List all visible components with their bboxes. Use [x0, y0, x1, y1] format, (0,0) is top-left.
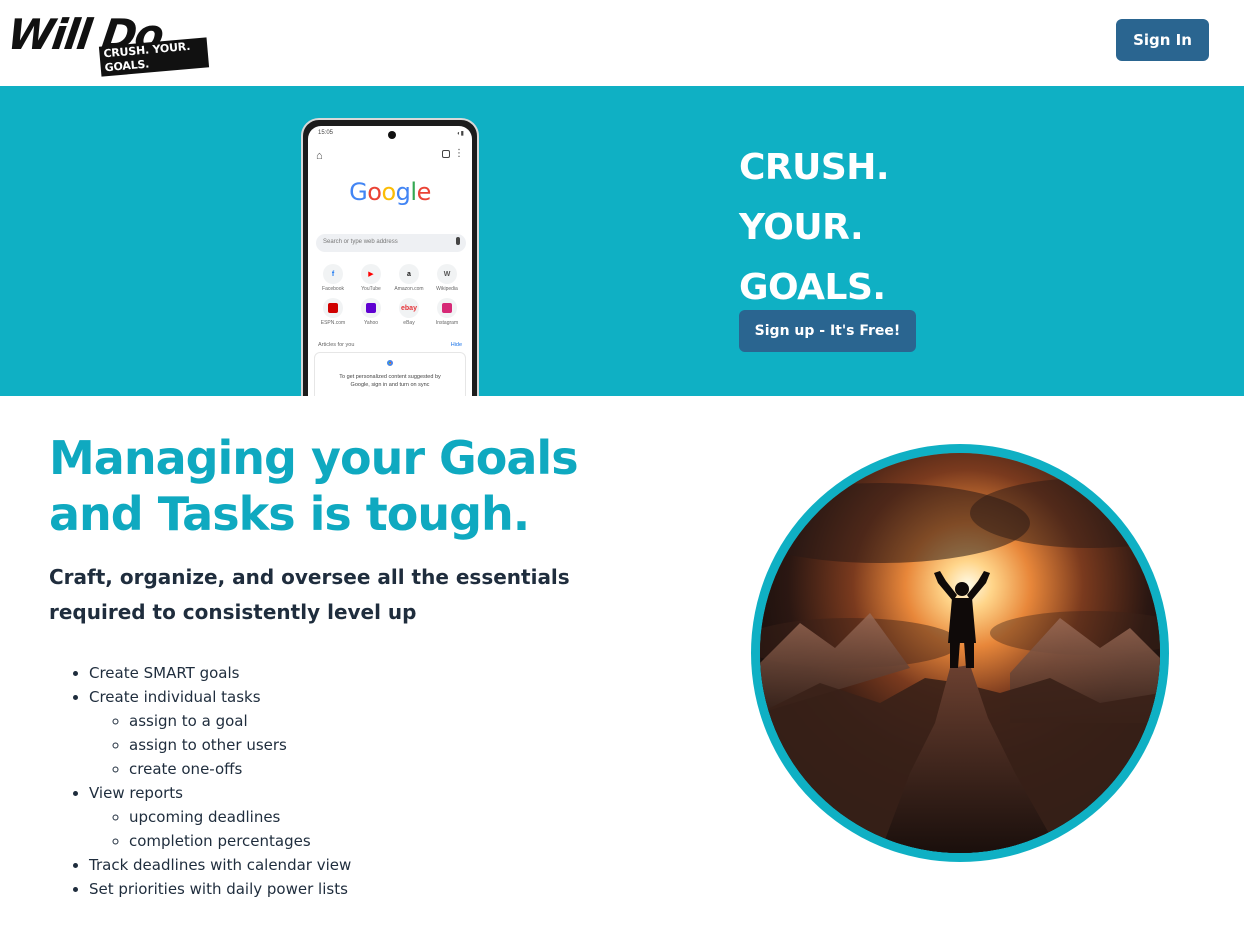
- feature-sublist: upcoming deadlinescompletion percentages: [89, 805, 649, 853]
- search-placeholder: Search or type web address: [323, 239, 398, 245]
- site-header: Will Do CRUSH. YOUR. GOALS. Sign In: [0, 0, 1244, 86]
- sign-up-button[interactable]: Sign up - It's Free!: [739, 310, 916, 352]
- google-logo: Google: [349, 178, 431, 206]
- hero-banner: 15:05 ◐▮ ⌂ ⋮ Google Search or type web a…: [0, 86, 1244, 396]
- phone-shortcut: ebay eBay: [390, 298, 428, 326]
- hero-title-line: YOUR.: [739, 207, 864, 248]
- shortcut-label: eBay: [403, 320, 415, 326]
- hero-title-line: CRUSH.: [739, 147, 890, 188]
- feature-item: Create individual tasks assign to a goala…: [89, 685, 649, 781]
- feature-subitem: completion percentages: [129, 829, 649, 853]
- tabs-icon: [442, 150, 450, 158]
- feature-text: Create individual tasks: [89, 688, 261, 706]
- camera-icon: [388, 131, 396, 139]
- feature-item: Create SMART goals: [89, 661, 649, 685]
- shortcut-label: Wikipedia: [436, 286, 458, 292]
- feature-text: View reports: [89, 784, 183, 802]
- hero-title: CRUSH. YOUR. GOALS.: [739, 138, 890, 318]
- summit-image: [760, 453, 1160, 853]
- instagram-icon: [437, 298, 457, 318]
- articles-label: Articles for you: [318, 342, 355, 348]
- phone-shortcut: ▶ YouTube: [352, 264, 390, 292]
- phone-search-input: Search or type web address: [316, 234, 466, 252]
- mic-icon: [456, 237, 460, 245]
- hero-image-frame: [751, 444, 1169, 862]
- feature-sublist: assign to a goalassign to other userscre…: [89, 709, 649, 781]
- battery-icon: ◐▮: [457, 131, 464, 137]
- status-time: 15:05: [318, 130, 334, 136]
- youtube-icon: ▶: [361, 264, 381, 284]
- will-do-logo[interactable]: Will Do CRUSH. YOUR. GOALS.: [5, 10, 210, 77]
- page-subtitle: Craft, organize, and oversee all the ess…: [49, 565, 570, 624]
- espn-icon: [323, 298, 343, 318]
- feature-subitem: create one-offs: [129, 757, 649, 781]
- home-icon: ⌂: [316, 150, 323, 162]
- amazon-icon: a: [399, 264, 419, 284]
- page-title: Managing your Goals and Tasks is tough.: [49, 431, 579, 541]
- sync-card: To get personalized content suggested by…: [314, 352, 466, 396]
- shortcut-label: Yahoo: [363, 320, 379, 326]
- summit-illustration: [760, 453, 1160, 853]
- shortcut-label: Facebook: [322, 286, 344, 292]
- feature-text: Set priorities with daily power lists: [89, 880, 348, 898]
- feature-item: Track deadlines with calendar view: [89, 853, 649, 877]
- feature-list: Create SMART goals Create individual task…: [89, 661, 649, 901]
- phone-shortcut: W Wikipedia: [428, 264, 466, 292]
- articles-hide-link: Hide: [450, 342, 462, 348]
- yahoo-icon: [361, 298, 381, 318]
- feature-text: Create SMART goals: [89, 664, 240, 682]
- phone-shortcut: ESPN.com: [314, 298, 352, 326]
- hero-title-line: GOALS.: [739, 267, 886, 308]
- shortcut-label: YouTube: [361, 286, 381, 292]
- shortcut-label: ESPN.com: [320, 320, 346, 326]
- phone-shortcut: Yahoo: [352, 298, 390, 326]
- facebook-icon: f: [323, 264, 343, 284]
- phone-mockup: 15:05 ◐▮ ⌂ ⋮ Google Search or type web a…: [301, 118, 479, 396]
- phone-shortcut: f Facebook: [314, 264, 352, 292]
- feature-subitem: assign to a goal: [129, 709, 649, 733]
- feature-text: Track deadlines with calendar view: [89, 856, 352, 874]
- feature-item: View reports upcoming deadlinescompletion…: [89, 781, 649, 853]
- feature-item: Set priorities with daily power lists: [89, 877, 649, 901]
- chrome-icon: [385, 358, 395, 368]
- phone-screen: 15:05 ◐▮ ⌂ ⋮ Google Search or type web a…: [308, 126, 472, 396]
- ebay-icon: ebay: [399, 298, 419, 318]
- more-icon: ⋮: [454, 148, 464, 159]
- feature-subitem: assign to other users: [129, 733, 649, 757]
- wikipedia-icon: W: [437, 264, 457, 284]
- sync-card-text: To get personalized content suggested by…: [339, 374, 441, 388]
- sign-in-button[interactable]: Sign In: [1116, 19, 1209, 61]
- shortcut-grid: f Facebook ▶ YouTube a Amazon.com W Wikipedia ES…: [314, 264, 466, 326]
- feature-subitem: upcoming deadlines: [129, 805, 649, 829]
- phone-shortcut: Instagram: [428, 298, 466, 326]
- shortcut-label: Amazon.com: [394, 286, 424, 292]
- shortcut-label: Instagram: [435, 320, 459, 326]
- phone-shortcut: a Amazon.com: [390, 264, 428, 292]
